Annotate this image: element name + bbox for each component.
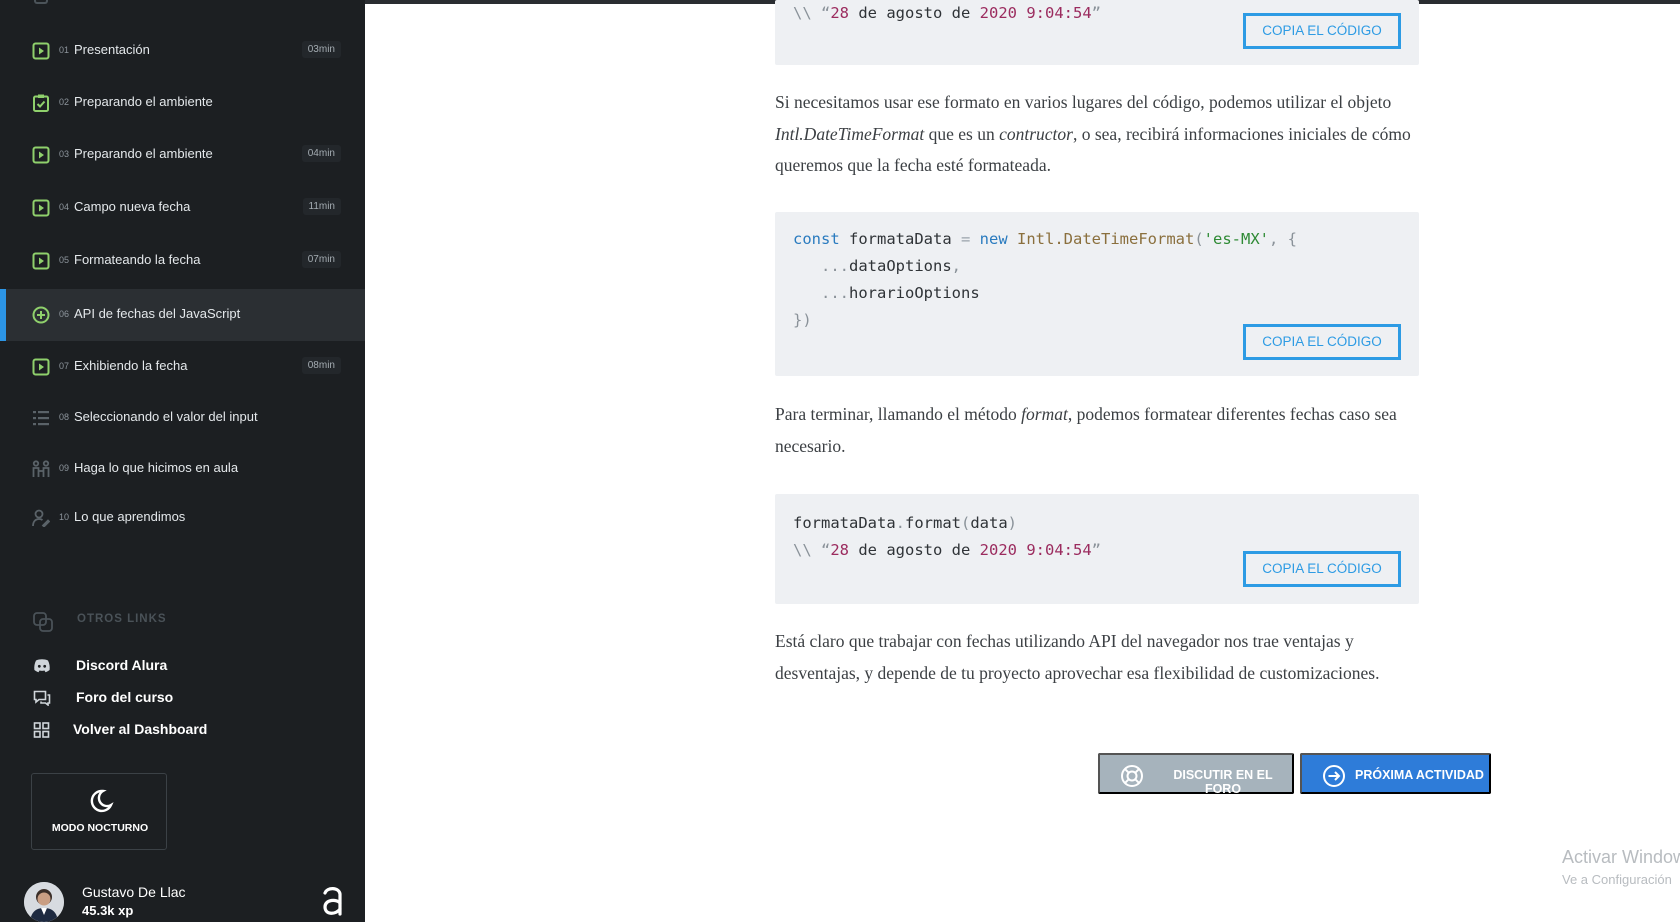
lesson-number: 04 bbox=[59, 202, 70, 212]
lesson-title: Haga lo que hicimos en aula bbox=[74, 460, 239, 475]
lesson-number: 01 bbox=[59, 45, 70, 55]
lesson-duration: 11min bbox=[302, 198, 341, 215]
lesson-title: Seleccionando el valor del input bbox=[74, 409, 258, 424]
lesson-number: 10 bbox=[59, 512, 70, 522]
code-lines: formataData.format(data) \\ “28 de agost… bbox=[793, 514, 1101, 559]
lesson-duration: 08min bbox=[301, 357, 341, 374]
copy-code-button[interactable]: COPIA EL CÓDIGO bbox=[1243, 13, 1401, 49]
lesson-title: Campo nueva fecha bbox=[74, 199, 191, 214]
lesson-item-04[interactable]: 04 Campo nueva fecha 11min bbox=[0, 182, 365, 234]
lesson-title: Lo que aprendimos bbox=[74, 509, 186, 524]
lesson-number: 07 bbox=[59, 361, 70, 371]
people-icon bbox=[32, 460, 50, 477]
discuss-forum-label: DISCUTIR EN EL FORO bbox=[1173, 768, 1273, 796]
lesson-item-09[interactable]: 09 Haga lo que hicimos en aula bbox=[0, 443, 365, 495]
partial-icon bbox=[34, 0, 48, 4]
windows-activation-subtitle: Ve a Configuración bbox=[1562, 872, 1672, 887]
code-line: \\ “28 de agosto de 2020 9:04:54” bbox=[793, 4, 1101, 22]
course-sidebar: 01 Presentación 03min 02 Preparando el a… bbox=[0, 0, 365, 922]
plus-circle-icon bbox=[32, 306, 50, 324]
code-lines: const formataData = new Intl.DateTimeFor… bbox=[793, 230, 1297, 329]
lesson-number: 08 bbox=[59, 412, 70, 422]
copy-code-button[interactable]: COPIA EL CÓDIGO bbox=[1243, 551, 1401, 587]
lesson-duration: 07min bbox=[301, 251, 341, 268]
lesson-item-07[interactable]: 07 Exhibiendo la fecha 08min bbox=[0, 341, 365, 393]
lesson-item-01[interactable]: 01 Presentación 03min bbox=[0, 25, 365, 77]
dashboard-link-label: Volver al Dashboard bbox=[73, 721, 208, 737]
user-edit-icon bbox=[32, 509, 50, 527]
lesson-item-10[interactable]: 10 Lo que aprendimos bbox=[0, 492, 365, 544]
dashboard-link[interactable]: Volver al Dashboard bbox=[0, 717, 365, 743]
code-block-date-output: \\ “28 de agosto de 2020 9:04:54” COPIA … bbox=[775, 0, 1419, 65]
lesson-item-06[interactable]: 06 API de fechas del JavaScript bbox=[0, 289, 365, 341]
lesson-title: Presentación bbox=[74, 42, 150, 57]
forum-link-label: Foro del curso bbox=[76, 689, 174, 705]
list-icon bbox=[33, 411, 49, 426]
active-indicator bbox=[0, 289, 6, 341]
code-block-format-call: formataData.format(data) \\ “28 de agost… bbox=[775, 494, 1419, 604]
lesson-item-02[interactable]: 02 Preparando el ambiente bbox=[0, 77, 365, 129]
next-activity-button[interactable]: PRÓXIMA ACTIVIDAD bbox=[1300, 753, 1491, 794]
discord-link[interactable]: Discord Alura bbox=[0, 653, 365, 679]
alura-logo-icon[interactable] bbox=[320, 884, 346, 918]
next-activity-label: PRÓXIMA ACTIVIDAD bbox=[1355, 768, 1484, 782]
clipboard-check-icon bbox=[33, 94, 49, 112]
lesson-duration: 03min bbox=[301, 41, 341, 58]
paragraph: Está claro que trabajar con fechas utili… bbox=[775, 631, 1380, 683]
lesson-number: 05 bbox=[59, 255, 70, 265]
avatar[interactable] bbox=[24, 882, 64, 922]
forum-icon bbox=[33, 690, 51, 706]
discuss-forum-button[interactable]: DISCUTIR EN EL FORO bbox=[1098, 753, 1294, 796]
lesson-title: Preparando el ambiente bbox=[74, 146, 213, 161]
lesson-title: Formateando la fecha bbox=[74, 252, 201, 267]
discord-icon bbox=[34, 659, 50, 673]
play-icon bbox=[32, 199, 50, 217]
moon-icon bbox=[90, 789, 114, 813]
lesson-title: API de fechas del JavaScript bbox=[74, 306, 241, 321]
play-icon bbox=[32, 252, 50, 270]
discord-link-label: Discord Alura bbox=[76, 657, 168, 673]
user-profile[interactable]: Gustavo De Llac 45.3k xp bbox=[0, 870, 365, 922]
lesson-number: 03 bbox=[59, 149, 70, 159]
lesson-number: 09 bbox=[59, 463, 70, 473]
lesson-item-08[interactable]: 08 Seleccionando el valor del input bbox=[0, 392, 365, 444]
night-mode-label: MODO NOCTURNO bbox=[51, 822, 149, 834]
lesson-number: 02 bbox=[59, 97, 70, 107]
user-name: Gustavo De Llac bbox=[82, 884, 186, 900]
paragraph: Si necesitamos usar ese formato en vario… bbox=[775, 92, 1411, 175]
code-block-datetimeformat: const formataData = new Intl.DateTimeFor… bbox=[775, 212, 1419, 376]
paragraph: Para terminar, llamando el método format… bbox=[775, 404, 1397, 456]
arrow-right-circle-icon bbox=[1323, 765, 1345, 787]
lesson-number: 06 bbox=[59, 309, 70, 319]
play-icon bbox=[32, 358, 50, 376]
play-icon bbox=[32, 42, 50, 60]
copy-code-button[interactable]: COPIA EL CÓDIGO bbox=[1243, 324, 1401, 360]
dashboard-icon bbox=[33, 722, 50, 738]
night-mode-button[interactable]: MODO NOCTURNO bbox=[31, 773, 167, 850]
user-xp: 45.3k xp bbox=[82, 903, 134, 918]
activity-content: \\ “28 de agosto de 2020 9:04:54” COPIA … bbox=[365, 0, 1680, 922]
forum-link[interactable]: Foro del curso bbox=[0, 685, 365, 711]
windows-activation-title: Activar Windows bbox=[1562, 847, 1680, 867]
lesson-item-05[interactable]: 05 Formateando la fecha 07min bbox=[0, 235, 365, 287]
other-links-heading: OTROS LINKS bbox=[77, 613, 167, 625]
lifebuoy-icon bbox=[1121, 765, 1143, 787]
links-icon bbox=[33, 612, 53, 632]
play-icon bbox=[32, 146, 50, 164]
lesson-title: Preparando el ambiente bbox=[74, 94, 213, 109]
lesson-title: Exhibiendo la fecha bbox=[74, 358, 188, 373]
lesson-item-03[interactable]: 03 Preparando el ambiente 04min bbox=[0, 129, 365, 181]
lesson-duration: 04min bbox=[301, 145, 341, 162]
